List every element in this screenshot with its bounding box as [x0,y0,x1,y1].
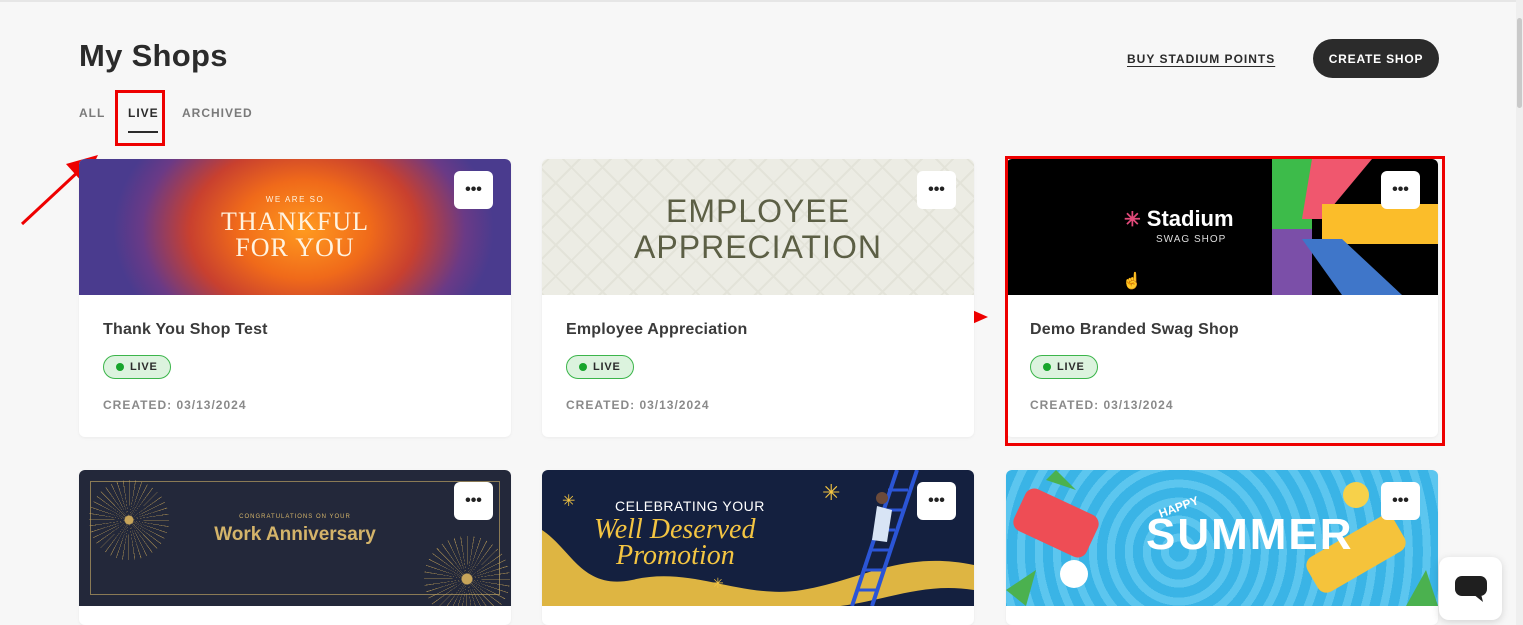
banner-text: EMPLOYEE [665,193,851,229]
shop-card-promotion[interactable]: ✳ ✳ ✳ CELEBRATING YOUR Well Deserved Pro… [542,470,974,625]
shop-banner-image: ✳ ✳ ✳ CELEBRATING YOUR Well Deserved Pro… [542,470,974,606]
shop-title[interactable]: Thank You Shop Test [103,321,268,339]
chat-icon [1454,575,1487,602]
top-divider [0,0,1523,2]
shop-banner-image: HAPPY SUMMER ••• [1006,470,1438,606]
shop-banner-image: CONGRATULATIONS ON YOUR Work Anniversary… [79,470,511,606]
svg-text:✳: ✳ [562,493,575,510]
status-badge: LIVE [103,355,171,379]
shop-card-happy-summer[interactable]: HAPPY SUMMER ••• [1006,470,1438,625]
status-badge-label: LIVE [593,361,621,373]
banner-text: Work Anniversary [214,524,376,545]
card-more-options-button[interactable]: ••• [454,171,493,209]
annotation-highlight-card [1005,156,1445,446]
card-more-options-button[interactable]: ••• [917,482,956,520]
svg-text:✳: ✳ [712,575,724,591]
card-more-options-button[interactable]: ••• [917,171,956,209]
page-title: My Shops [79,38,228,73]
buy-stadium-points-link[interactable]: BUY STADIUM POINTS [1127,52,1275,66]
shop-banner-image: EMPLOYEE APPRECIATION ••• [542,159,974,295]
created-date: CREATED: 03/13/2024 [566,398,710,412]
created-date: CREATED: 03/13/2024 [103,398,247,412]
shop-card-employee-appreciation[interactable]: EMPLOYEE APPRECIATION ••• Employee Appre… [542,159,974,437]
banner-text: CONGRATULATIONS ON YOUR [239,514,351,520]
shop-banner-image: WE ARE SO THANKFUL FOR YOU ••• [79,159,511,295]
banner-text: Promotion [616,540,735,571]
shop-title[interactable]: Employee Appreciation [566,321,747,339]
chat-support-button[interactable] [1439,557,1502,620]
shop-card-thank-you[interactable]: WE ARE SO THANKFUL FOR YOU ••• Thank You… [79,159,511,437]
live-dot-icon [116,363,124,371]
banner-text: WE ARE SO [265,195,325,204]
banner-text: FOR YOU [235,233,355,262]
annotation-highlight-live-tab [115,90,165,146]
live-dot-icon [579,363,587,371]
shop-card-work-anniversary[interactable]: CONGRATULATIONS ON YOUR Work Anniversary… [79,470,511,625]
card-more-options-button[interactable]: ••• [1381,482,1420,520]
scrollbar-thumb[interactable] [1517,18,1522,108]
create-shop-button[interactable]: CREATE SHOP [1313,39,1439,78]
banner-text: CELEBRATING YOUR [615,498,765,514]
page-scrollbar[interactable] [1516,0,1523,625]
svg-text:✳: ✳ [822,480,840,505]
tab-all[interactable]: ALL [79,106,105,120]
status-badge: LIVE [566,355,634,379]
tab-archived[interactable]: ARCHIVED [182,106,253,120]
firework-graphic [89,480,169,560]
status-badge-label: LIVE [130,361,158,373]
card-more-options-button[interactable]: ••• [454,482,493,520]
banner-text: APPRECIATION [634,229,882,265]
banner-text: SUMMER [1146,510,1354,559]
